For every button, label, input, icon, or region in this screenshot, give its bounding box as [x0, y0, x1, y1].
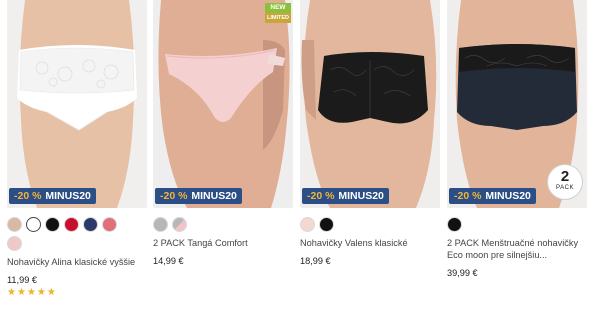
color-swatch-navy[interactable] [83, 217, 98, 232]
promo-badge: -20 % MINUS20 [449, 188, 536, 204]
product-photo-alina [7, 0, 147, 208]
product-image[interactable]: -20 % MINUS20 [7, 0, 147, 208]
color-swatch-grey[interactable] [153, 217, 168, 232]
color-swatch-red[interactable] [64, 217, 79, 232]
promo-badge: -20 % MINUS20 [302, 188, 389, 204]
promo-badge: -20 % MINUS20 [9, 188, 96, 204]
product-photo-tanga [153, 0, 293, 208]
pack-badge: 2 PACK [547, 164, 583, 200]
product-card[interactable]: -20 % MINUS20 Nohavičky Valens klasické … [300, 0, 440, 266]
promo-badge: -20 % MINUS20 [155, 188, 242, 204]
product-price: 14,99 € [153, 256, 184, 266]
product-name[interactable]: Nohavičky Alina klasické vyššie [7, 256, 139, 268]
color-swatch-coral[interactable] [102, 217, 117, 232]
product-price: 11,99 € [7, 275, 37, 285]
color-swatch-beige[interactable] [7, 217, 22, 232]
color-swatch-black[interactable] [319, 217, 334, 232]
product-price: 39,99 € [447, 268, 478, 278]
product-photo-valens [300, 0, 440, 208]
new-limited-badge: NEW LIMITED [265, 3, 291, 23]
color-swatch-black[interactable] [45, 217, 60, 232]
product-image[interactable]: -20 % MINUS20 2 PACK [447, 0, 587, 208]
product-card[interactable]: -20 % MINUS20 2 PACK 2 PACK Menštruačné … [447, 0, 587, 278]
product-price: 18,99 € [300, 256, 331, 266]
color-swatch-black[interactable] [447, 217, 462, 232]
product-name[interactable]: 2 PACK Tangá Comfort [153, 237, 285, 249]
color-swatches [300, 217, 422, 232]
product-image[interactable]: -20 % MINUS20 [300, 0, 440, 208]
product-card[interactable]: NEW LIMITED -20 % MINUS20 2 PACK Tangá C… [153, 0, 293, 266]
color-swatch-nude[interactable] [300, 217, 315, 232]
color-swatch-light-pink[interactable] [7, 236, 22, 251]
product-image[interactable]: NEW LIMITED -20 % MINUS20 [153, 0, 293, 208]
rating-stars: ★★★★★ [7, 287, 57, 298]
product-name[interactable]: 2 PACK Menštruačné nohavičky Eco moon pr… [447, 237, 579, 261]
product-name[interactable]: Nohavičky Valens klasické [300, 237, 432, 249]
color-swatches [7, 217, 129, 251]
color-swatches [153, 217, 275, 232]
product-card[interactable]: -20 % MINUS20 Nohavičky Alina klasické v… [7, 0, 147, 298]
color-swatch-white[interactable] [26, 217, 41, 232]
color-swatches [447, 217, 569, 232]
color-swatch-grey-pink[interactable] [172, 217, 187, 232]
